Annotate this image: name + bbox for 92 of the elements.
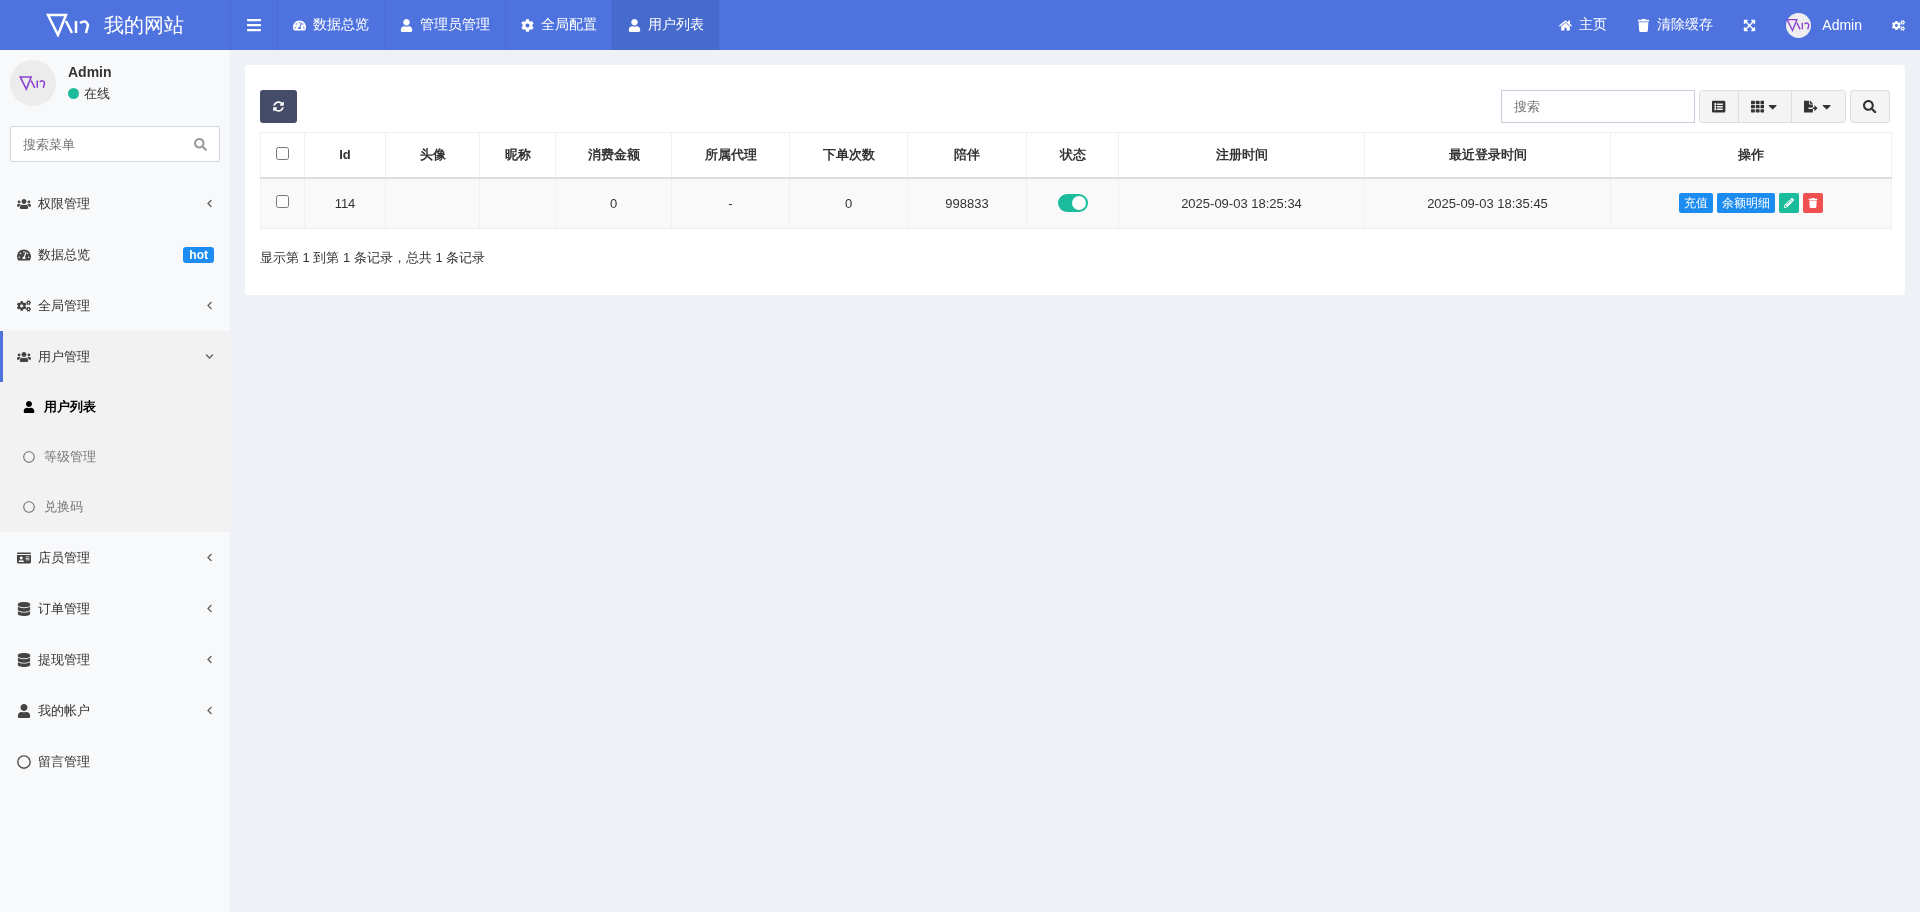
menu-item-icon (17, 196, 31, 211)
logo-icon (1786, 17, 1812, 33)
menu-item-icon (17, 652, 31, 667)
menu-item-icon (17, 550, 31, 565)
column-header: 下单次数 (789, 132, 908, 178)
column-header: 最近登录时间 (1364, 132, 1611, 178)
grid-icon (1750, 99, 1764, 114)
action-button[interactable]: 充值 (1679, 193, 1713, 214)
user-icon (628, 18, 641, 32)
gear-icon (521, 18, 534, 32)
chevron-left-icon (205, 655, 214, 664)
nav-tab[interactable]: 管理员管理 (384, 0, 505, 50)
chevron-left-icon (205, 604, 214, 613)
sidebar-item[interactable]: 数据总览 hot (0, 229, 230, 280)
column-header: 昵称 (479, 132, 556, 178)
chevron-down-icon (205, 352, 214, 361)
column-header: 头像 (385, 132, 480, 178)
menu-icon (246, 17, 262, 33)
table-cell: 998833 (907, 177, 1027, 229)
column-header: 消费金额 (555, 132, 672, 178)
column-header: 操作 (1610, 132, 1892, 178)
hot-badge: hot (183, 246, 214, 263)
nav-tab[interactable]: 数据总览 (277, 0, 384, 50)
search-icon (1863, 99, 1877, 114)
select-all-checkbox[interactable] (276, 146, 289, 160)
column-header: 陪伴 (907, 132, 1027, 178)
dashboard-icon (293, 18, 306, 32)
nav-tab[interactable]: 全局配置 (505, 0, 612, 50)
status-toggle[interactable] (1057, 194, 1088, 213)
sidebar-item[interactable]: 用户管理 (0, 331, 230, 382)
row-checkbox[interactable] (276, 195, 289, 209)
user-menu[interactable]: Admin (1771, 0, 1877, 50)
home-icon (1559, 18, 1573, 32)
search-field[interactable]: 搜索 (1501, 90, 1696, 123)
nav-tab[interactable]: 用户列表 (612, 0, 719, 50)
status-dot (68, 88, 79, 99)
delete-button[interactable] (1803, 193, 1823, 214)
menu-item-icon (17, 298, 31, 313)
sidebar-item[interactable]: 提现管理 (0, 634, 230, 685)
user-icon (23, 401, 35, 413)
table-cell: 0 (789, 177, 908, 229)
column-header: 所属代理 (671, 132, 790, 178)
user-name: Admin (68, 63, 112, 80)
search-button[interactable] (1850, 90, 1890, 123)
logo-icon (46, 13, 92, 37)
pencil-icon (1784, 198, 1794, 209)
sidebar-item[interactable]: 留言管理 (0, 736, 230, 787)
sidebar-item[interactable]: 店员管理 (0, 532, 230, 583)
refresh-icon (273, 101, 284, 112)
header-link[interactable]: 主页 (1544, 0, 1623, 50)
logo-icon (19, 75, 47, 91)
sidebar-item[interactable]: 我的帐户 (0, 685, 230, 736)
menu-search-field[interactable]: 搜索菜单 (10, 126, 220, 162)
settings-icon (1892, 18, 1905, 32)
table-cell: 2025-09-03 18:35:45 (1364, 177, 1611, 229)
trash-icon (1808, 198, 1818, 209)
fullscreen-icon (1743, 18, 1757, 32)
edit-button[interactable] (1779, 193, 1799, 214)
chevron-left-icon (205, 706, 214, 715)
sidebar-subitem[interactable]: 等级管理 (0, 432, 230, 482)
column-header: 状态 (1026, 132, 1119, 178)
list-icon (1712, 99, 1726, 114)
table-cell: 2025-09-03 18:25:34 (1118, 177, 1365, 229)
refresh-button[interactable] (260, 90, 297, 123)
menu-item-icon (17, 754, 31, 769)
column-header: Id (304, 132, 386, 178)
export-button[interactable] (1791, 91, 1845, 122)
menu-item-icon (17, 349, 31, 364)
table-cell: 0 (555, 177, 672, 229)
sidebar-subitem[interactable]: 兑换码 (0, 482, 230, 532)
menu-item-icon (17, 247, 31, 262)
sidebar-item[interactable]: 权限管理 (0, 178, 230, 229)
table-cell: - (671, 177, 790, 229)
trash-icon (1637, 18, 1651, 32)
pagination-info: 显示第 1 到第 1 条记录，总共 1 条记录 (260, 249, 487, 267)
chevron-left-icon (205, 553, 214, 562)
column-header: 注册时间 (1118, 132, 1365, 178)
user-icon (400, 18, 413, 32)
chevron-left-icon (205, 301, 214, 310)
search-icon (194, 138, 207, 151)
export-icon (1804, 99, 1818, 114)
sidebar-item[interactable]: 订单管理 (0, 583, 230, 634)
sidebar-item[interactable]: 全局管理 (0, 280, 230, 331)
user-status: 在线 (84, 84, 110, 103)
site-title: 我的网站 (104, 12, 184, 38)
action-button[interactable]: 余额明细 (1717, 193, 1775, 214)
sidebar-subitem[interactable]: 用户列表 (0, 382, 230, 432)
header-link[interactable]: 清除缓存 (1622, 0, 1729, 50)
menu-item-icon (17, 601, 31, 616)
menu-item-icon (17, 703, 31, 718)
chevron-left-icon (205, 199, 214, 208)
table-cell: 114 (304, 177, 386, 229)
